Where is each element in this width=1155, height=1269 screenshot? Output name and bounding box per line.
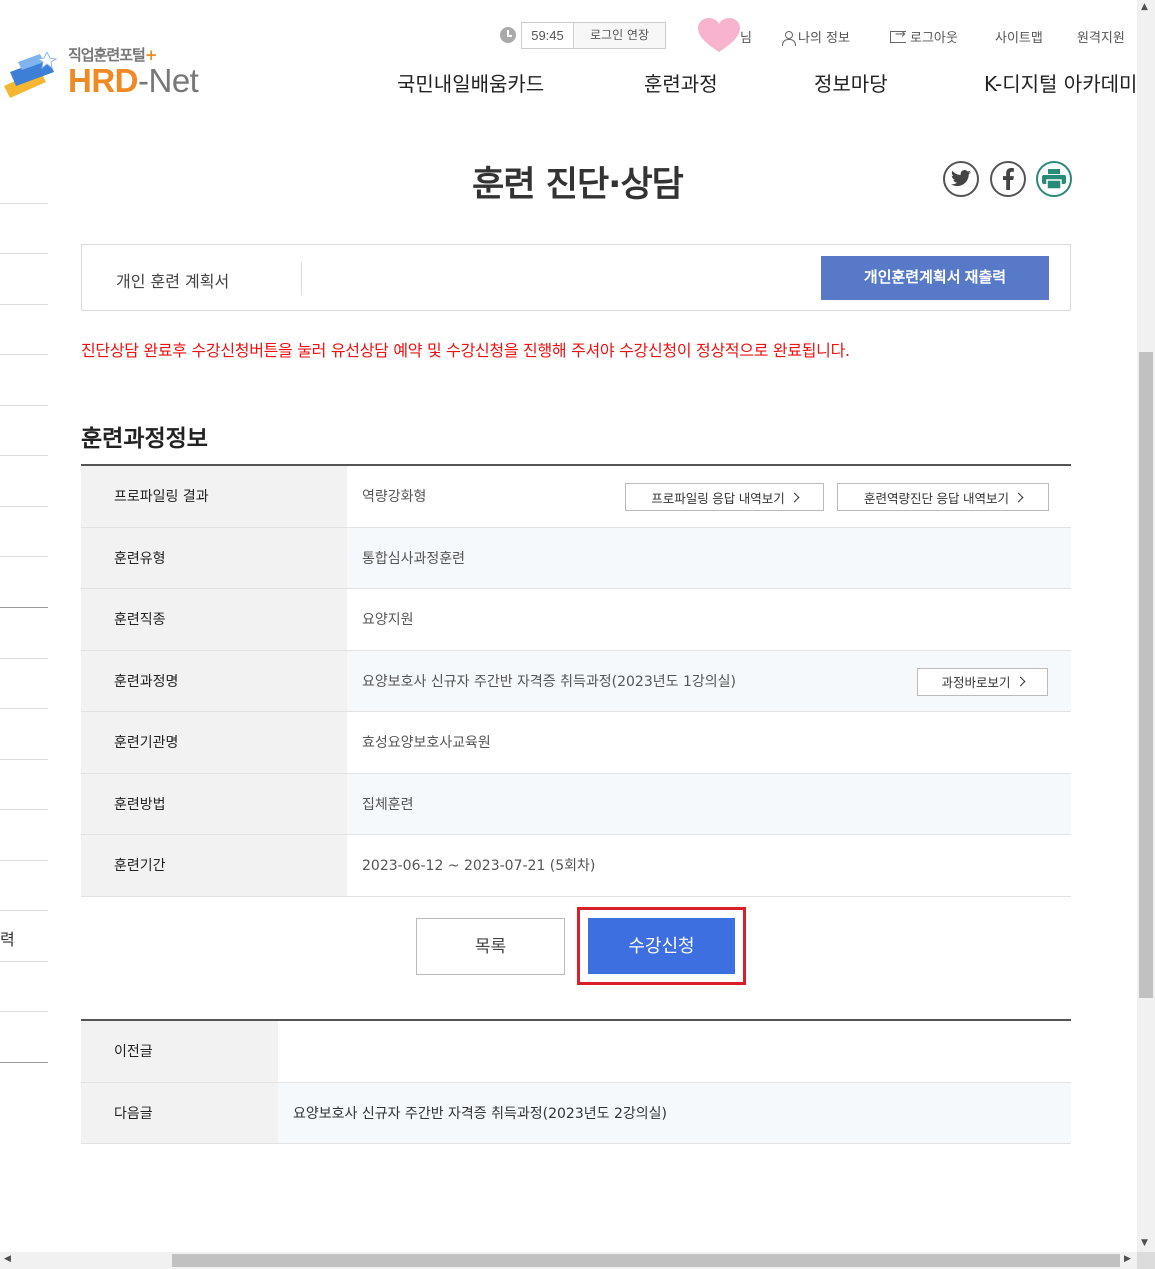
nav-k-digital-academy[interactable]: K-디지털 아카데미 xyxy=(984,68,1137,97)
horizontal-scrollbar[interactable]: ◀ ▶ xyxy=(0,1252,1137,1269)
plan-divider xyxy=(301,262,302,295)
session-timer: 59:45 xyxy=(522,23,574,48)
row-value: 통합심사과정훈련 xyxy=(347,527,1071,588)
username-suffix: 님 xyxy=(740,31,752,46)
logout-link[interactable]: 로그아웃 xyxy=(890,27,958,46)
table-row: 프로파일링 결과 역량강화형 프로파일링 응답 내역보기 훈련역량진단 응답 내… xyxy=(81,466,1071,528)
page-title: 훈련 진단·상담 xyxy=(472,165,684,205)
sidebar-divider xyxy=(0,809,48,810)
row-value: 요양보호사 신규자 주간반 자격증 취득과정(2023년도 1강의실) 과정바로… xyxy=(347,650,1071,711)
sidebar-divider xyxy=(0,253,48,254)
session-timer-box: 59:45 로그인 연장 xyxy=(521,22,666,49)
table-row: 훈련과정명 요양보호사 신규자 주간반 자격증 취득과정(2023년도 1강의실… xyxy=(81,650,1071,712)
table-row: 훈련방법 집체훈련 xyxy=(81,773,1071,835)
row-label: 다음글 xyxy=(81,1082,278,1143)
row-label: 훈련유형 xyxy=(81,527,347,588)
row-label: 훈련과정명 xyxy=(81,650,347,711)
sitemap-link[interactable]: 사이트맵 xyxy=(995,27,1043,46)
table-row: 훈련유형 통합심사과정훈련 xyxy=(81,527,1071,589)
row-label: 훈련방법 xyxy=(81,773,347,834)
course-info-table: 프로파일링 결과 역량강화형 프로파일링 응답 내역보기 훈련역량진단 응답 내… xyxy=(81,464,1071,897)
extend-login-button[interactable]: 로그인 연장 xyxy=(574,23,665,48)
prev-next-table: 이전글 다음글 요양보호사 신규자 주간반 자격증 취득과정(2023년도 2강… xyxy=(81,1019,1071,1144)
horizontal-scroll-thumb[interactable] xyxy=(172,1254,1120,1267)
prev-row[interactable]: 이전글 xyxy=(81,1021,1071,1083)
row-label: 훈련기관명 xyxy=(81,712,347,773)
username-redaction-heart-icon xyxy=(698,18,740,52)
sidebar-divider xyxy=(0,708,48,709)
facebook-share-button[interactable] xyxy=(990,161,1026,197)
apply-button-highlight: 수강신청 xyxy=(577,907,746,985)
prev-post-title xyxy=(278,1021,1071,1082)
clock-icon xyxy=(500,27,516,43)
chevron-right-icon xyxy=(789,492,800,502)
sidebar-item-partial-label[interactable]: 력 xyxy=(0,926,15,950)
sidebar-divider xyxy=(0,860,48,861)
row-value: 집체훈련 xyxy=(347,773,1071,834)
vertical-scroll-thumb[interactable] xyxy=(1139,352,1153,998)
nav-info-plaza[interactable]: 정보마당 xyxy=(814,68,888,97)
course-shortcut-button[interactable]: 과정바로보기 xyxy=(917,667,1048,696)
sidebar-divider xyxy=(0,1011,48,1012)
scroll-right-arrow-icon[interactable]: ▶ xyxy=(1124,1254,1131,1264)
table-row: 훈련기간 2023-06-12 ~ 2023-07-21 (5회차) xyxy=(81,835,1071,897)
scroll-left-arrow-icon[interactable]: ◀ xyxy=(4,1254,11,1264)
sidebar-divider xyxy=(0,607,48,608)
my-info-link[interactable]: 나의 정보 xyxy=(782,27,850,46)
row-label: 훈련기간 xyxy=(81,835,347,896)
vertical-scrollbar[interactable]: ▲ ▼ xyxy=(1137,0,1155,1252)
twitter-share-button[interactable] xyxy=(943,161,979,197)
apply-notice: 진단상담 완료후 수강신청버튼을 눌러 유선상담 예약 및 수강신청을 진행해 … xyxy=(81,341,850,360)
sidebar-divider xyxy=(0,304,48,305)
print-button[interactable] xyxy=(1036,161,1072,197)
profiling-result-value: 역량강화형 xyxy=(362,489,427,506)
sidebar-divider xyxy=(0,506,48,507)
person-icon xyxy=(782,31,796,46)
main-navigation: 국민내일배움카드 훈련과정 정보마당 K-디지털 아카데미 xyxy=(0,68,1137,98)
printer-icon xyxy=(1042,169,1066,189)
sidebar-divider xyxy=(0,405,48,406)
row-label: 이전글 xyxy=(81,1021,278,1082)
row-value: 효성요양보호사교육원 xyxy=(347,712,1071,773)
facebook-icon xyxy=(1003,168,1014,190)
scrollbar-corner xyxy=(1137,1252,1155,1269)
nav-training-courses[interactable]: 훈련과정 xyxy=(644,68,718,97)
sidebar-divider xyxy=(0,910,48,911)
sidebar-divider xyxy=(0,961,48,962)
profiling-history-button[interactable]: 프로파일링 응답 내역보기 xyxy=(625,483,824,511)
next-row[interactable]: 다음글 요양보호사 신규자 주간반 자격증 취득과정(2023년도 2강의실) xyxy=(81,1082,1071,1144)
plan-label: 개인 훈련 계획서 xyxy=(116,272,230,291)
sidebar-divider xyxy=(0,1062,48,1063)
sidebar-divider xyxy=(0,658,48,659)
sidebar-divider xyxy=(0,455,48,456)
table-row: 훈련직종 요양지원 xyxy=(81,589,1071,651)
row-label: 프로파일링 결과 xyxy=(81,466,347,527)
scroll-down-arrow-icon[interactable]: ▼ xyxy=(1141,1238,1148,1248)
section-title: 훈련과정정보 xyxy=(81,426,208,452)
table-row: 훈련기관명 효성요양보호사교육원 xyxy=(81,712,1071,774)
scroll-up-arrow-icon[interactable]: ▲ xyxy=(1141,2,1148,12)
list-button[interactable]: 목록 xyxy=(416,918,565,975)
sidebar-divider xyxy=(0,556,48,557)
twitter-icon xyxy=(951,170,971,187)
row-label: 훈련직종 xyxy=(81,589,347,650)
chevron-right-icon xyxy=(1013,492,1024,502)
competency-history-button[interactable]: 훈련역량진단 응답 내역보기 xyxy=(837,483,1049,511)
sidebar-divider xyxy=(0,354,48,355)
row-value: 2023-06-12 ~ 2023-07-21 (5회차) xyxy=(347,835,1071,896)
apply-button[interactable]: 수강신청 xyxy=(588,918,735,974)
training-plan-box: 개인 훈련 계획서 개인훈련계획서 재출력 xyxy=(81,244,1071,311)
row-value: 역량강화형 프로파일링 응답 내역보기 훈련역량진단 응답 내역보기 xyxy=(347,466,1071,527)
reprint-plan-button[interactable]: 개인훈련계획서 재출력 xyxy=(821,256,1049,300)
course-name-value: 요양보호사 신규자 주간반 자격증 취득과정(2023년도 1강의실) xyxy=(362,673,736,690)
remote-support-link[interactable]: 원격지원 xyxy=(1077,27,1125,46)
chevron-right-icon xyxy=(1015,676,1025,687)
next-post-title[interactable]: 요양보호사 신규자 주간반 자격증 취득과정(2023년도 2강의실) xyxy=(278,1082,1071,1143)
row-value: 요양지원 xyxy=(347,589,1071,650)
nav-national-learning-card[interactable]: 국민내일배움카드 xyxy=(397,68,544,97)
sidebar-divider xyxy=(0,759,48,760)
logout-icon xyxy=(890,27,906,43)
